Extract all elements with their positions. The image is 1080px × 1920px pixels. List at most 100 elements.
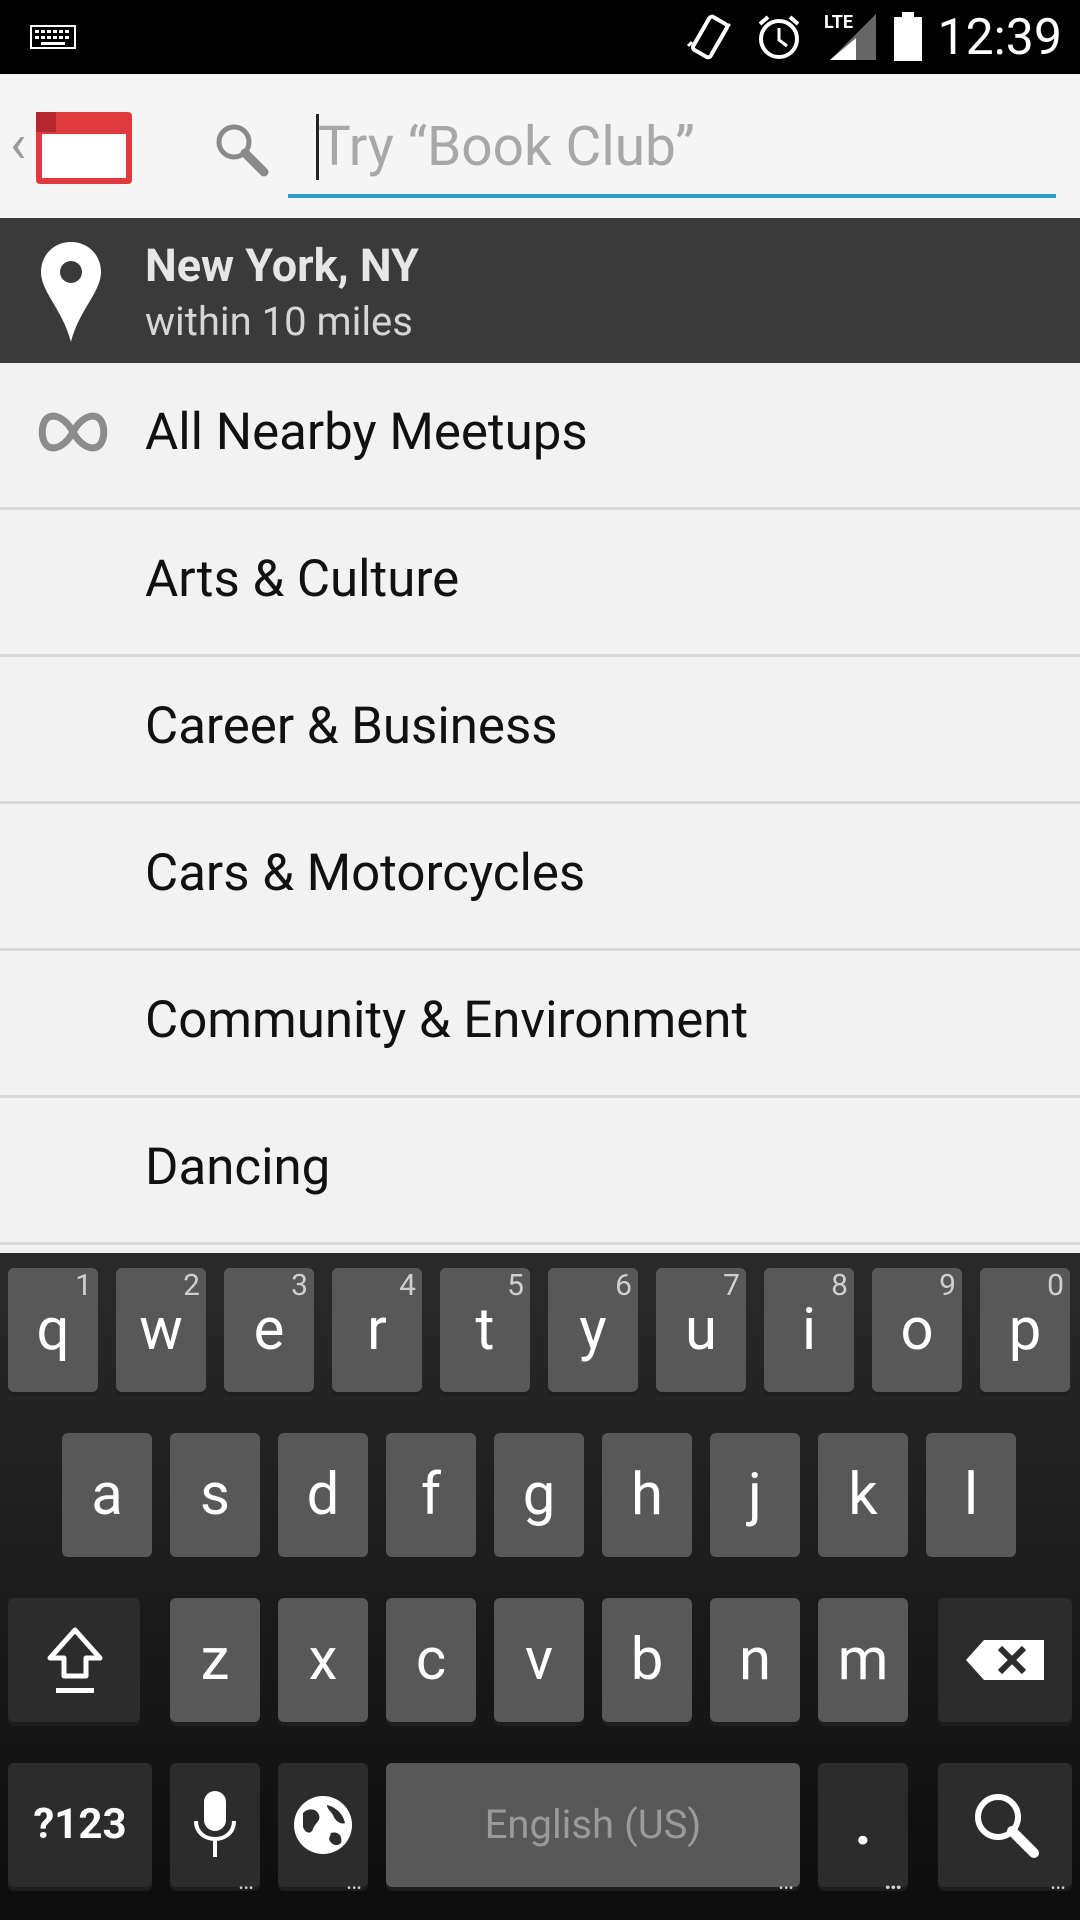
key-label: ?123 [33,1800,127,1849]
signal-icon [830,14,876,60]
period-key[interactable]: . … [818,1763,908,1893]
vibrate-icon [686,14,732,60]
microphone-icon [194,1791,236,1857]
key-b[interactable]: b [602,1598,692,1722]
key-q[interactable]: q1 [8,1268,98,1392]
key-label: l [963,1461,979,1529]
more-indicator: … [777,1867,794,1895]
key-number: 6 [615,1268,632,1303]
location-bar[interactable]: New York, NY within 10 miles [0,218,1080,363]
key-y[interactable]: y6 [548,1268,638,1392]
key-label: m [837,1626,889,1694]
list-item-arts-culture[interactable]: Arts & Culture [0,510,1080,657]
key-s[interactable]: s [170,1433,260,1557]
list-item-community-environment[interactable]: Community & Environment [0,951,1080,1098]
more-indicator: … [237,1867,254,1895]
key-number: 2 [183,1268,200,1303]
key-label: v [524,1626,554,1694]
key-w[interactable]: w2 [116,1268,206,1392]
key-a[interactable]: a [62,1433,152,1557]
language-key[interactable]: … [278,1763,368,1893]
key-label: f [420,1461,442,1529]
key-l[interactable]: l [926,1433,1016,1557]
key-t[interactable]: t5 [440,1268,530,1392]
key-label: a [91,1461,123,1529]
more-indicator: … [884,1867,902,1895]
search-icon[interactable] [212,120,270,178]
list-item-career-business[interactable]: Career & Business [0,657,1080,804]
key-number: 3 [291,1268,308,1303]
list-item-dancing[interactable]: Dancing [0,1098,1080,1245]
list-item-all-nearby[interactable]: All Nearby Meetups [0,363,1080,510]
key-m[interactable]: m [818,1598,908,1722]
search-icon [975,1794,1039,1858]
key-k[interactable]: k [818,1433,908,1557]
key-o[interactable]: o9 [872,1268,962,1392]
key-label: s [200,1461,230,1529]
location-city: New York, NY [145,239,419,292]
symbols-key[interactable]: ?123 [8,1763,152,1887]
list-item-label: Cars & Motorcycles [145,844,586,903]
keyboard-icon [30,25,76,49]
category-list: All Nearby Meetups Arts & Culture Career… [0,363,1080,1253]
more-indicator: … [1049,1867,1066,1895]
alarm-icon [758,15,800,59]
more-indicator: … [345,1867,362,1895]
key-label: z [200,1626,230,1694]
key-label: k [848,1461,878,1529]
key-label: t [475,1296,495,1364]
key-label: j [748,1461,762,1529]
key-h[interactable]: h [602,1433,692,1557]
clock: 12:39 [937,9,1062,67]
location-radius: within 10 miles [145,298,413,345]
key-label: d [306,1461,340,1529]
key-x[interactable]: x [278,1598,368,1722]
space-key[interactable]: English (US) … [386,1763,800,1893]
key-z[interactable]: z [170,1598,260,1722]
search-input[interactable]: Try “Book Club” [288,104,1056,198]
key-label: English (US) [484,1801,702,1848]
list-item-cars-motorcycles[interactable]: Cars & Motorcycles [0,804,1080,951]
key-c[interactable]: c [386,1598,476,1722]
key-f[interactable]: f [386,1433,476,1557]
key-d[interactable]: d [278,1433,368,1557]
key-number: 5 [507,1268,524,1303]
key-label: p [1008,1296,1042,1364]
key-e[interactable]: e3 [224,1268,314,1392]
key-label: b [630,1626,664,1694]
soft-keyboard: q1 w2 e3 r4 t5 y6 u7 i8 o9 p0 a s d f g … [0,1253,1080,1920]
infinity-icon [38,412,108,452]
key-label: c [415,1626,447,1694]
key-j[interactable]: j [710,1433,800,1557]
search-key[interactable]: … [938,1763,1072,1893]
key-number: 0 [1047,1268,1064,1303]
key-label: q [36,1296,70,1364]
meetup-logo-icon[interactable] [36,112,132,184]
key-p[interactable]: p0 [980,1268,1070,1392]
status-bar: LTE 12:39 [0,0,1080,74]
map-pin-icon [41,242,101,342]
backspace-icon [966,1640,1044,1680]
key-number: 4 [399,1268,416,1303]
key-label: i [801,1296,817,1364]
voice-input-key[interactable]: … [170,1763,260,1893]
key-label: u [685,1296,717,1364]
key-v[interactable]: v [494,1598,584,1722]
key-label: r [367,1296,387,1364]
key-i[interactable]: i8 [764,1268,854,1392]
shift-key[interactable] [8,1598,140,1722]
key-u[interactable]: u7 [656,1268,746,1392]
key-label: g [522,1461,556,1529]
key-g[interactable]: g [494,1433,584,1557]
key-label: x [308,1626,338,1694]
list-item-label: All Nearby Meetups [145,403,588,462]
key-label: . [854,1791,872,1859]
backspace-key[interactable] [938,1598,1072,1722]
globe-icon [294,1796,352,1854]
key-number: 9 [939,1268,956,1303]
back-chevron-icon[interactable]: ‹ [10,118,26,172]
battery-icon [894,12,922,61]
search-placeholder: Try “Book Club” [318,115,695,179]
key-r[interactable]: r4 [332,1268,422,1392]
key-n[interactable]: n [710,1598,800,1722]
